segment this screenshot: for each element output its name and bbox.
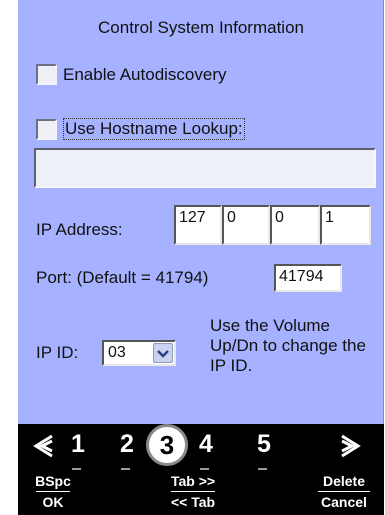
digit-5-dash bbox=[258, 468, 267, 470]
enable-autodiscovery-label[interactable]: Enable Autodiscovery bbox=[63, 65, 227, 85]
delete-label: Delete bbox=[322, 473, 366, 489]
ip-id-help-text: Use the Volume Up/Dn to change the IP ID… bbox=[210, 316, 366, 375]
control-system-panel: Control System Information Enable Autodi… bbox=[18, 0, 384, 424]
page-title: Control System Information bbox=[98, 18, 304, 37]
tab-softkey[interactable]: Tab >> << Tab bbox=[158, 473, 228, 510]
bspc-label: BSpc bbox=[35, 473, 71, 489]
ip-octet-2[interactable]: 0 bbox=[222, 205, 270, 245]
chevron-down-icon[interactable] bbox=[153, 343, 173, 363]
ip-octet-1[interactable]: 127 bbox=[174, 205, 222, 245]
use-hostname-lookup-label[interactable]: Use Hostname Lookup: bbox=[63, 118, 245, 140]
digit-3-selected[interactable]: 3 bbox=[146, 424, 188, 466]
digit-1[interactable]: 1 bbox=[71, 430, 85, 459]
port-input[interactable]: 41794 bbox=[274, 264, 342, 292]
softkey-divider bbox=[318, 491, 370, 492]
softkey-divider bbox=[36, 491, 70, 492]
digit-4-dash bbox=[200, 468, 209, 470]
ip-octet-4[interactable]: 1 bbox=[320, 205, 371, 245]
tab-forward-label: Tab >> bbox=[170, 473, 216, 489]
digit-4[interactable]: 4 bbox=[199, 430, 213, 459]
enable-autodiscovery-row[interactable]: Enable Autodiscovery bbox=[36, 64, 227, 85]
enable-autodiscovery-checkbox[interactable] bbox=[36, 64, 57, 85]
right-chevron-icon[interactable] bbox=[338, 432, 364, 465]
ip-octet-3[interactable]: 0 bbox=[270, 205, 320, 245]
softkey-divider bbox=[171, 491, 215, 492]
delete-cancel-softkey[interactable]: Delete Cancel bbox=[311, 473, 377, 510]
port-label: Port: (Default = 41794) bbox=[36, 268, 209, 287]
digit-2[interactable]: 2 bbox=[120, 430, 134, 459]
use-hostname-lookup-row[interactable]: Use Hostname Lookup: bbox=[36, 118, 245, 140]
digit-2-dash bbox=[121, 468, 130, 470]
ip-id-select[interactable]: 03 bbox=[102, 340, 176, 366]
bspc-ok-softkey[interactable]: BSpc OK bbox=[28, 473, 78, 510]
use-hostname-lookup-checkbox[interactable] bbox=[36, 118, 57, 140]
ip-address-label: IP Address: bbox=[36, 220, 123, 239]
hostname-input[interactable] bbox=[34, 148, 376, 188]
tab-back-label: << Tab bbox=[170, 494, 216, 510]
ip-id-value: 03 bbox=[108, 344, 126, 361]
bottom-keypad: 1 2 3 4 5 BSpc OK Tab >> << Tab Delete C… bbox=[18, 424, 384, 515]
left-chevron-icon[interactable] bbox=[30, 432, 56, 465]
cancel-label: Cancel bbox=[321, 494, 367, 510]
ip-id-label: IP ID: bbox=[36, 343, 79, 362]
ok-label: OK bbox=[42, 494, 64, 510]
digit-1-dash bbox=[72, 468, 81, 470]
digit-5[interactable]: 5 bbox=[257, 430, 271, 459]
